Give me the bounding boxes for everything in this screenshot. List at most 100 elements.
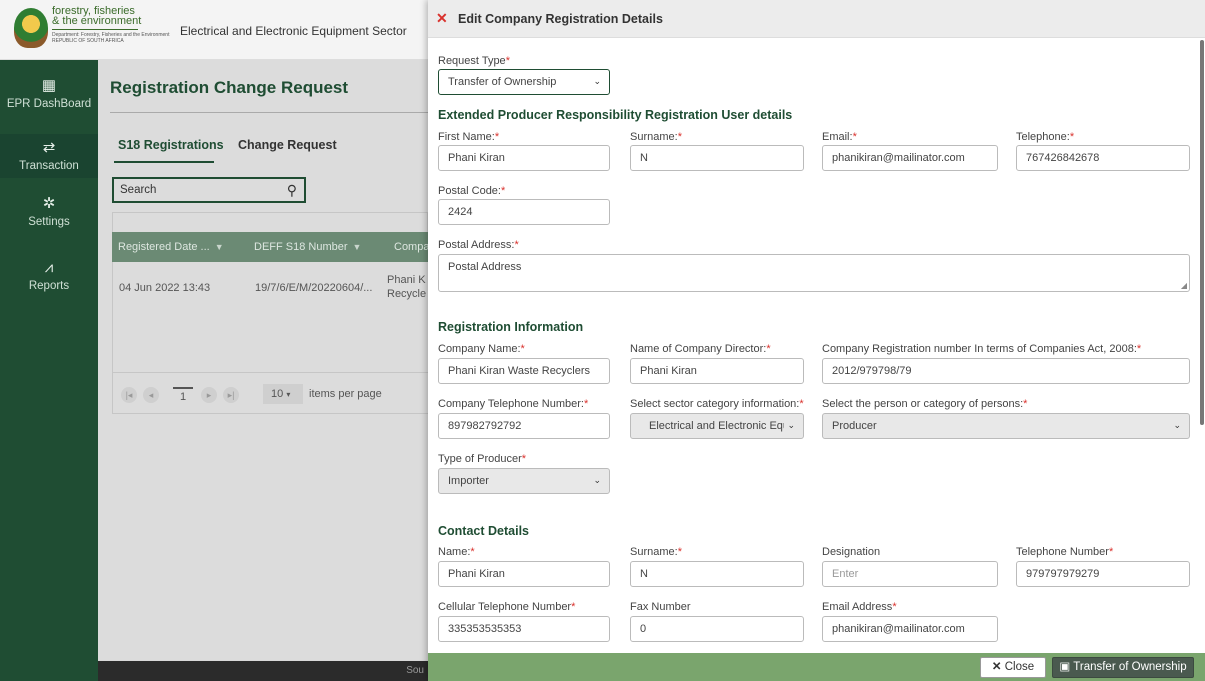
postal-code-field[interactable]: 2424: [438, 199, 610, 225]
postal-address-field[interactable]: Postal Address ◢: [438, 254, 1190, 292]
telephone-label: Telephone:*: [1016, 131, 1074, 143]
close-button[interactable]: ✕ Close: [980, 657, 1046, 678]
required-marker: *: [1136, 343, 1142, 355]
close-icon: ✕: [991, 661, 1002, 673]
director-label: Name of Company Director:*: [630, 343, 771, 355]
director-field[interactable]: Phani Kiran: [630, 358, 804, 384]
registration-number-field[interactable]: 2012/979798/79: [822, 358, 1190, 384]
prev-page-icon[interactable]: ◂: [143, 387, 159, 403]
cell-company-line2: Recycle: [387, 288, 427, 300]
edit-company-panel: ✕ Edit Company Registration Details Requ…: [428, 0, 1205, 681]
label-text: Company Name:: [438, 343, 521, 355]
designation-label: Designation: [822, 546, 881, 558]
contact-name-field[interactable]: Phani Kiran: [438, 561, 610, 587]
request-type-select[interactable]: Transfer of Ownership ⌄: [438, 69, 610, 95]
panel-footer: ✕ Close ▣ Transfer of Ownership: [428, 653, 1205, 681]
contact-email-field[interactable]: phanikiran@mailinator.com: [822, 616, 998, 642]
required-marker: *: [1023, 398, 1028, 410]
first-name-label: First Name:*: [438, 131, 499, 143]
column-header-deff-number[interactable]: DEFF S18 Number ▼: [254, 241, 361, 253]
required-marker: *: [892, 601, 897, 613]
contact-name-label: Name:*: [438, 546, 475, 558]
select-value: Importer: [448, 475, 489, 487]
chevron-down-icon: ⌄: [1173, 420, 1181, 430]
page-footer: Sou: [98, 661, 428, 681]
filter-icon[interactable]: ▼: [353, 242, 362, 252]
select-value: Electrical and Electronic Equi: [649, 420, 792, 432]
transfer-ownership-button[interactable]: ▣ Transfer of Ownership: [1052, 657, 1194, 678]
required-marker: *: [799, 398, 804, 410]
first-name-field[interactable]: Phani Kiran: [438, 145, 610, 171]
sidebar-item-transaction[interactable]: ⇄ Transaction: [0, 134, 98, 178]
button-label: Transfer of Ownership: [1073, 661, 1187, 673]
required-marker: *: [583, 398, 589, 410]
designation-field[interactable]: Enter: [822, 561, 998, 587]
sidebar-item-dashboard[interactable]: ▦ EPR DashBoard: [0, 78, 98, 111]
panel-title: Edit Company Registration Details: [458, 12, 663, 26]
sidebar-item-label: Settings: [28, 216, 70, 228]
sidebar-item-reports[interactable]: ⩘ Reports: [0, 260, 98, 293]
contact-surname-field[interactable]: N: [630, 561, 804, 587]
company-telephone-field[interactable]: 897982792792: [438, 413, 610, 439]
filter-icon[interactable]: ▼: [215, 242, 224, 252]
email-label: Email:*: [822, 131, 857, 143]
person-category-select[interactable]: Producer ⌄: [822, 413, 1190, 439]
tab-s18-registrations[interactable]: S18 Registrations: [118, 138, 224, 152]
contact-telephone-field[interactable]: 979797979279: [1016, 561, 1190, 587]
table-row[interactable]: 04 Jun 2022 13:43 19/7/6/E/M/20220604/..…: [112, 262, 428, 372]
required-marker: *: [505, 55, 510, 67]
label-text: Select the person or category of persons…: [822, 398, 1024, 410]
label-text: Postal Code:: [438, 185, 501, 197]
telephone-field[interactable]: 767426842678: [1016, 145, 1190, 171]
email-field[interactable]: phanikiran@mailinator.com: [822, 145, 998, 171]
postal-address-label: Postal Address:*: [438, 239, 519, 251]
last-page-icon[interactable]: ▸|: [223, 387, 239, 403]
main-overlay: Registration Change Request S18 Registra…: [98, 60, 429, 660]
column-header-registered-date[interactable]: Registered Date ... ▼: [118, 241, 224, 253]
logo-text-line2: & the environment: [52, 15, 142, 27]
sidebar-item-settings[interactable]: ✲ Settings: [0, 196, 98, 229]
contact-telephone-label: Telephone Number*: [1016, 546, 1113, 558]
search-icon[interactable]: ⚲: [287, 182, 297, 199]
next-page-icon[interactable]: ▸: [201, 387, 217, 403]
label-text: Company Registration number In terms of …: [822, 343, 1137, 355]
cell-registered-date: 04 Jun 2022 13:43: [119, 282, 211, 294]
surname-field[interactable]: N: [630, 145, 804, 171]
search-input[interactable]: Search ⚲: [112, 177, 306, 203]
required-marker: *: [521, 453, 527, 465]
required-marker: *: [494, 131, 500, 143]
required-marker: *: [500, 185, 506, 197]
cell-company-line1: Phani K: [387, 274, 426, 286]
tab-change-request[interactable]: Change Request: [238, 138, 337, 152]
sidebar-item-label: Transaction: [19, 160, 79, 172]
fax-label: Fax Number: [630, 601, 691, 613]
page-size-select[interactable]: 10 ▾: [263, 384, 303, 404]
company-name-field[interactable]: Phani Kiran Waste Recyclers: [438, 358, 610, 384]
required-marker: *: [1108, 546, 1114, 558]
resize-handle-icon[interactable]: ◢: [1181, 281, 1187, 290]
required-marker: *: [677, 131, 682, 143]
sector-category-select[interactable]: Electrical and Electronic Equi ⌄: [630, 413, 804, 439]
current-page[interactable]: 1: [173, 387, 193, 403]
required-marker: *: [470, 546, 475, 558]
scrollbar[interactable]: [1200, 40, 1204, 425]
cell-deff-number: 19/7/6/E/M/20220604/...: [255, 282, 373, 294]
column-header-company[interactable]: Compa: [394, 241, 429, 253]
close-icon[interactable]: ✕: [436, 11, 448, 25]
grid-toolbar: [112, 212, 428, 232]
label-text: Name of Company Director:: [630, 343, 767, 355]
company-name-label: Company Name:*: [438, 343, 525, 355]
first-page-icon[interactable]: |◂: [121, 387, 137, 403]
grid-header: Registered Date ... ▼ DEFF S18 Number ▼ Co…: [112, 232, 429, 262]
label-text: Request Type: [438, 55, 506, 67]
label-text: Email:: [822, 131, 853, 143]
contact-surname-label: Surname:*: [630, 546, 682, 558]
cellular-field[interactable]: 335353535353: [438, 616, 610, 642]
registration-number-label: Company Registration number In terms of …: [822, 343, 1141, 355]
active-tab-indicator: [114, 161, 214, 163]
logo-small-text: Department: Forestry, Fisheries and the …: [52, 32, 170, 44]
fax-field[interactable]: 0: [630, 616, 804, 642]
chevron-down-icon: ⌄: [593, 475, 601, 485]
title-divider: [110, 112, 428, 113]
producer-type-select[interactable]: Importer ⌄: [438, 468, 610, 494]
